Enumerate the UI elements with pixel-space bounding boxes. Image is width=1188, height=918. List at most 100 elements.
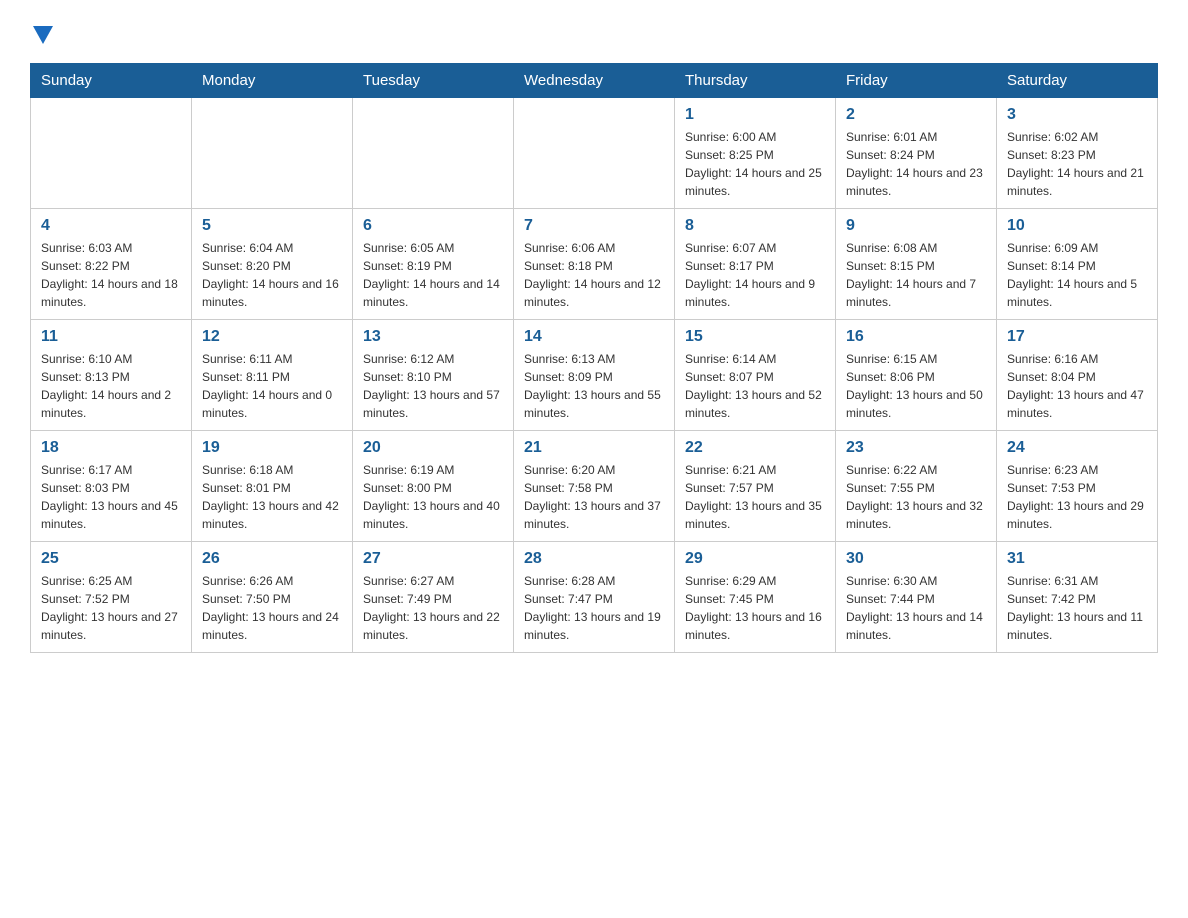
day-info: Sunrise: 6:27 AM Sunset: 7:49 PM Dayligh… [363, 572, 503, 644]
calendar-cell: 21 Sunrise: 6:20 AM Sunset: 7:58 PM Dayli… [514, 431, 675, 542]
day-number: 21 [524, 439, 664, 457]
calendar-cell: 18 Sunrise: 6:17 AM Sunset: 8:03 PM Dayli… [31, 431, 192, 542]
day-number: 7 [524, 217, 664, 235]
day-info: Sunrise: 6:17 AM Sunset: 8:03 PM Dayligh… [41, 461, 181, 533]
logo-triangle-icon [33, 26, 53, 46]
day-number: 28 [524, 550, 664, 568]
day-info: Sunrise: 6:30 AM Sunset: 7:44 PM Dayligh… [846, 572, 986, 644]
day-info: Sunrise: 6:05 AM Sunset: 8:19 PM Dayligh… [363, 239, 503, 311]
day-info: Sunrise: 6:26 AM Sunset: 7:50 PM Dayligh… [202, 572, 342, 644]
calendar-cell: 4Sunrise: 6:03 AM Sunset: 8:22 PM Daylig… [31, 209, 192, 320]
calendar-cell: 28 Sunrise: 6:28 AM Sunset: 7:47 PM Dayli… [514, 542, 675, 653]
day-number: 15 [685, 328, 825, 346]
day-info: Sunrise: 6:28 AM Sunset: 7:47 PM Dayligh… [524, 572, 664, 644]
day-info: Sunrise: 6:00 AM Sunset: 8:25 PM Dayligh… [685, 128, 825, 200]
day-info: Sunrise: 6:19 AM Sunset: 8:00 PM Dayligh… [363, 461, 503, 533]
day-number: 27 [363, 550, 503, 568]
calendar-cell: 6 Sunrise: 6:05 AM Sunset: 8:19 PM Daylig… [353, 209, 514, 320]
weekday-header-wednesday: Wednesday [514, 64, 675, 98]
calendar-cell: 29 Sunrise: 6:29 AM Sunset: 7:45 PM Dayli… [675, 542, 836, 653]
day-number: 9 [846, 217, 986, 235]
day-number: 13 [363, 328, 503, 346]
week-row-2: 4Sunrise: 6:03 AM Sunset: 8:22 PM Daylig… [31, 209, 1158, 320]
calendar-cell: 31Sunrise: 6:31 AM Sunset: 7:42 PM Dayli… [997, 542, 1158, 653]
weekday-header-sunday: Sunday [31, 64, 192, 98]
day-info: Sunrise: 6:12 AM Sunset: 8:10 PM Dayligh… [363, 350, 503, 422]
day-number: 6 [363, 217, 503, 235]
day-number: 5 [202, 217, 342, 235]
week-row-1: 1 Sunrise: 6:00 AM Sunset: 8:25 PM Daylig… [31, 98, 1158, 209]
day-info: Sunrise: 6:22 AM Sunset: 7:55 PM Dayligh… [846, 461, 986, 533]
calendar-cell: 16 Sunrise: 6:15 AM Sunset: 8:06 PM Dayli… [836, 320, 997, 431]
day-info: Sunrise: 6:08 AM Sunset: 8:15 PM Dayligh… [846, 239, 986, 311]
calendar-cell: 3 Sunrise: 6:02 AM Sunset: 8:23 PM Daylig… [997, 98, 1158, 209]
calendar-cell: 8 Sunrise: 6:07 AM Sunset: 8:17 PM Daylig… [675, 209, 836, 320]
calendar-cell: 5 Sunrise: 6:04 AM Sunset: 8:20 PM Daylig… [192, 209, 353, 320]
calendar-cell: 7 Sunrise: 6:06 AM Sunset: 8:18 PM Daylig… [514, 209, 675, 320]
day-info: Sunrise: 6:14 AM Sunset: 8:07 PM Dayligh… [685, 350, 825, 422]
day-number: 12 [202, 328, 342, 346]
day-number: 20 [363, 439, 503, 457]
calendar-cell: 20 Sunrise: 6:19 AM Sunset: 8:00 PM Dayli… [353, 431, 514, 542]
week-row-3: 11Sunrise: 6:10 AM Sunset: 8:13 PM Dayli… [31, 320, 1158, 431]
day-number: 10 [1007, 217, 1147, 235]
day-info: Sunrise: 6:02 AM Sunset: 8:23 PM Dayligh… [1007, 128, 1147, 200]
calendar-cell [192, 98, 353, 209]
calendar-cell: 13 Sunrise: 6:12 AM Sunset: 8:10 PM Dayli… [353, 320, 514, 431]
day-number: 14 [524, 328, 664, 346]
day-info: Sunrise: 6:15 AM Sunset: 8:06 PM Dayligh… [846, 350, 986, 422]
day-info: Sunrise: 6:23 AM Sunset: 7:53 PM Dayligh… [1007, 461, 1147, 533]
day-info: Sunrise: 6:18 AM Sunset: 8:01 PM Dayligh… [202, 461, 342, 533]
day-number: 1 [685, 106, 825, 124]
day-number: 26 [202, 550, 342, 568]
day-number: 18 [41, 439, 181, 457]
calendar-cell: 25 Sunrise: 6:25 AM Sunset: 7:52 PM Dayli… [31, 542, 192, 653]
weekday-header-thursday: Thursday [675, 64, 836, 98]
day-info: Sunrise: 6:21 AM Sunset: 7:57 PM Dayligh… [685, 461, 825, 533]
day-number: 11 [41, 328, 181, 346]
day-number: 3 [1007, 106, 1147, 124]
day-number: 25 [41, 550, 181, 568]
day-number: 2 [846, 106, 986, 124]
day-info: Sunrise: 6:07 AM Sunset: 8:17 PM Dayligh… [685, 239, 825, 311]
day-info: Sunrise: 6:09 AM Sunset: 8:14 PM Dayligh… [1007, 239, 1147, 311]
calendar-cell: 2 Sunrise: 6:01 AM Sunset: 8:24 PM Daylig… [836, 98, 997, 209]
calendar-cell: 1 Sunrise: 6:00 AM Sunset: 8:25 PM Daylig… [675, 98, 836, 209]
calendar-cell: 14 Sunrise: 6:13 AM Sunset: 8:09 PM Dayli… [514, 320, 675, 431]
calendar-cell: 17Sunrise: 6:16 AM Sunset: 8:04 PM Dayli… [997, 320, 1158, 431]
calendar-cell: 15 Sunrise: 6:14 AM Sunset: 8:07 PM Dayli… [675, 320, 836, 431]
day-info: Sunrise: 6:01 AM Sunset: 8:24 PM Dayligh… [846, 128, 986, 200]
day-number: 8 [685, 217, 825, 235]
weekday-header-friday: Friday [836, 64, 997, 98]
day-info: Sunrise: 6:04 AM Sunset: 8:20 PM Dayligh… [202, 239, 342, 311]
day-number: 19 [202, 439, 342, 457]
week-row-4: 18 Sunrise: 6:17 AM Sunset: 8:03 PM Dayli… [31, 431, 1158, 542]
page-header [30, 20, 1158, 45]
calendar-cell [31, 98, 192, 209]
day-number: 22 [685, 439, 825, 457]
calendar-cell: 22 Sunrise: 6:21 AM Sunset: 7:57 PM Dayli… [675, 431, 836, 542]
calendar-cell: 11Sunrise: 6:10 AM Sunset: 8:13 PM Dayli… [31, 320, 192, 431]
calendar-cell [514, 98, 675, 209]
day-number: 16 [846, 328, 986, 346]
week-row-5: 25 Sunrise: 6:25 AM Sunset: 7:52 PM Dayli… [31, 542, 1158, 653]
day-info: Sunrise: 6:29 AM Sunset: 7:45 PM Dayligh… [685, 572, 825, 644]
day-info: Sunrise: 6:06 AM Sunset: 8:18 PM Dayligh… [524, 239, 664, 311]
calendar-cell: 9 Sunrise: 6:08 AM Sunset: 8:15 PM Daylig… [836, 209, 997, 320]
day-info: Sunrise: 6:31 AM Sunset: 7:42 PM Dayligh… [1007, 572, 1147, 644]
day-number: 29 [685, 550, 825, 568]
day-info: Sunrise: 6:03 AM Sunset: 8:22 PM Dayligh… [41, 239, 181, 311]
calendar-cell: 24 Sunrise: 6:23 AM Sunset: 7:53 PM Dayli… [997, 431, 1158, 542]
weekday-header-row: SundayMondayTuesdayWednesdayThursdayFrid… [31, 64, 1158, 98]
day-info: Sunrise: 6:20 AM Sunset: 7:58 PM Dayligh… [524, 461, 664, 533]
day-info: Sunrise: 6:13 AM Sunset: 8:09 PM Dayligh… [524, 350, 664, 422]
day-info: Sunrise: 6:25 AM Sunset: 7:52 PM Dayligh… [41, 572, 181, 644]
calendar-cell: 19 Sunrise: 6:18 AM Sunset: 8:01 PM Dayli… [192, 431, 353, 542]
weekday-header-monday: Monday [192, 64, 353, 98]
day-number: 24 [1007, 439, 1147, 457]
calendar-table: SundayMondayTuesdayWednesdayThursdayFrid… [30, 63, 1158, 653]
calendar-cell: 27 Sunrise: 6:27 AM Sunset: 7:49 PM Dayli… [353, 542, 514, 653]
calendar-cell: 26 Sunrise: 6:26 AM Sunset: 7:50 PM Dayli… [192, 542, 353, 653]
day-number: 23 [846, 439, 986, 457]
logo [30, 20, 53, 45]
